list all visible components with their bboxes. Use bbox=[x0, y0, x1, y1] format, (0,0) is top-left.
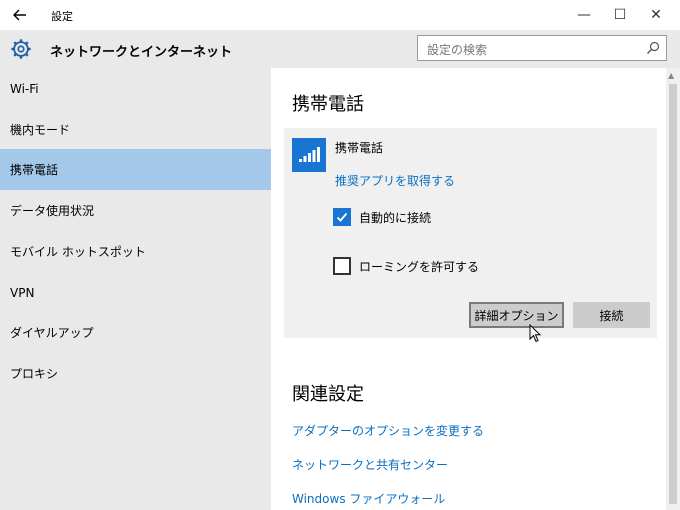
roaming-checkbox[interactable] bbox=[333, 257, 351, 275]
sidebar: Wi-Fi 機内モード 携帯電話 データ使用状況 モバイル ホットスポット VP… bbox=[0, 68, 271, 510]
sidebar-item-label: 携帯電話 bbox=[10, 163, 59, 177]
sidebar-item-label: プロキシ bbox=[10, 367, 59, 381]
sidebar-item-label: ダイヤルアップ bbox=[10, 326, 94, 340]
sidebar-item-mobile-hotspot[interactable]: モバイル ホットスポット bbox=[0, 231, 271, 272]
sidebar-item-label: データ使用状況 bbox=[10, 204, 95, 218]
minimize-icon: — bbox=[577, 7, 591, 23]
mouse-cursor-icon bbox=[529, 324, 541, 343]
back-button[interactable] bbox=[8, 4, 32, 26]
search-input[interactable]: 設定の検索 bbox=[417, 35, 667, 61]
sidebar-item-label: モバイル ホットスポット bbox=[10, 245, 146, 259]
network-sharing-center-link[interactable]: ネットワークと共有センター bbox=[292, 456, 448, 473]
scroll-thumb[interactable] bbox=[669, 84, 677, 504]
close-icon: ✕ bbox=[650, 7, 662, 23]
sidebar-item-airplane-mode[interactable]: 機内モード bbox=[0, 109, 271, 150]
maximize-button[interactable]: ☐ bbox=[602, 0, 638, 30]
auto-connect-checkbox[interactable] bbox=[333, 208, 351, 226]
gear-icon bbox=[11, 39, 31, 59]
sidebar-item-label: VPN bbox=[10, 285, 35, 300]
advanced-options-button[interactable]: 詳細オプション bbox=[469, 302, 564, 328]
sidebar-item-vpn[interactable]: VPN bbox=[0, 272, 271, 313]
title-bar: 設定 — ☐ ✕ bbox=[0, 0, 680, 30]
sidebar-item-proxy[interactable]: プロキシ bbox=[0, 353, 271, 394]
maximize-icon: ☐ bbox=[613, 7, 627, 23]
sidebar-item-data-usage[interactable]: データ使用状況 bbox=[0, 190, 271, 231]
scrollbar[interactable]: ▲ bbox=[666, 68, 680, 510]
adapter-options-link[interactable]: アダプターのオプションを変更する bbox=[292, 422, 484, 439]
connect-button[interactable]: 接続 bbox=[573, 302, 650, 328]
search-icon[interactable] bbox=[645, 40, 661, 56]
cellular-connection-card[interactable]: 携帯電話 推奨アプリを取得する 自動的に接続 ローミングを許可する 詳細オプショ… bbox=[284, 128, 657, 338]
close-button[interactable]: ✕ bbox=[638, 0, 674, 30]
roaming-row[interactable]: ローミングを許可する bbox=[333, 257, 479, 275]
sidebar-item-wifi[interactable]: Wi-Fi bbox=[0, 68, 271, 109]
sidebar-item-cellular[interactable]: 携帯電話 bbox=[0, 149, 271, 190]
minimize-button[interactable]: — bbox=[566, 0, 602, 30]
main-content: 携帯電話 携帯電話 推奨アプリを取得する 自動的に接続 ローミングを許可する 詳… bbox=[271, 68, 666, 510]
search-placeholder: 設定の検索 bbox=[427, 43, 488, 57]
sidebar-item-dialup[interactable]: ダイヤルアップ bbox=[0, 312, 271, 353]
section-title: ネットワークとインターネット bbox=[50, 45, 233, 60]
settings-header: ネットワークとインターネット 設定の検索 bbox=[0, 30, 680, 68]
related-settings-title: 関連設定 bbox=[292, 384, 364, 405]
windows-firewall-link[interactable]: Windows ファイアウォール bbox=[292, 490, 445, 507]
auto-connect-row[interactable]: 自動的に接続 bbox=[333, 208, 431, 226]
roaming-label: ローミングを許可する bbox=[359, 259, 480, 274]
auto-connect-label: 自動的に接続 bbox=[359, 210, 432, 225]
window-title: 設定 bbox=[51, 10, 73, 23]
get-recommended-app-link[interactable]: 推奨アプリを取得する bbox=[335, 172, 455, 189]
cellular-tile bbox=[292, 138, 326, 172]
signal-bars-icon bbox=[299, 147, 320, 162]
back-arrow-icon bbox=[13, 9, 26, 21]
sidebar-item-label: Wi-Fi bbox=[10, 81, 39, 96]
sidebar-item-label: 機内モード bbox=[10, 123, 71, 137]
checkmark-icon bbox=[336, 212, 348, 222]
page-title: 携帯電話 bbox=[292, 94, 364, 115]
connection-name: 携帯電話 bbox=[335, 141, 384, 155]
scroll-up-icon[interactable]: ▲ bbox=[668, 71, 674, 80]
